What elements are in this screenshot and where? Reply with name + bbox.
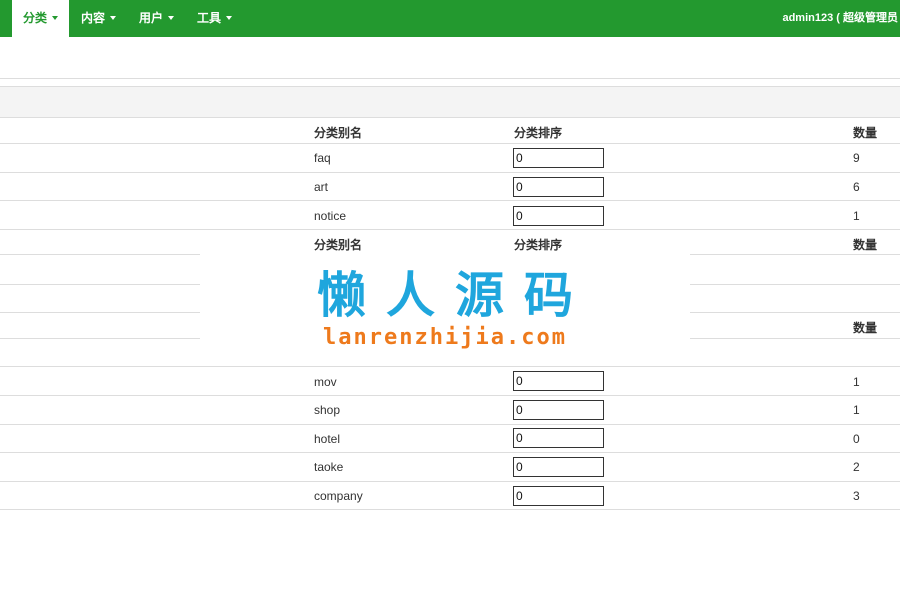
column-header-order: 分类排序: [514, 126, 563, 140]
category-alias: company: [314, 489, 363, 503]
chevron-down-icon: [110, 15, 117, 20]
chevron-down-icon: [168, 15, 175, 20]
category-alias: faq: [314, 151, 331, 165]
row-divider: [0, 509, 900, 510]
toolbar-area: [0, 86, 900, 118]
sort-order-input[interactable]: [513, 428, 604, 448]
row-divider: [0, 395, 900, 396]
row-divider: [0, 229, 900, 230]
sort-order-input[interactable]: [513, 206, 604, 226]
sort-order-input[interactable]: [513, 486, 604, 506]
divider: [0, 78, 900, 79]
item-count: 1: [853, 375, 860, 389]
nav-item-label: 工具: [197, 11, 222, 25]
category-alias: mov: [314, 375, 337, 389]
item-count: 3: [853, 489, 860, 503]
item-count: 1: [853, 403, 860, 417]
row-divider: [0, 424, 900, 425]
nav-item-category[interactable]: 分类: [12, 0, 69, 37]
watermark: 懒人源码 lanrenzhijia.com: [200, 252, 690, 362]
item-count: 1: [853, 209, 860, 223]
watermark-url: lanrenzhijia.com: [323, 325, 567, 350]
column-header-order: 分类排序: [514, 238, 563, 252]
category-alias: notice: [314, 209, 347, 223]
sort-order-input[interactable]: [513, 457, 604, 477]
category-alias: hotel: [314, 432, 341, 446]
nav-item-users[interactable]: 用户: [139, 0, 175, 37]
sort-order-input[interactable]: [513, 177, 604, 197]
nav-item-label: 内容: [81, 11, 106, 25]
user-menu[interactable]: admin123 ( 超级管理员: [782, 0, 898, 37]
sort-order-input[interactable]: [513, 371, 604, 391]
row-divider: [0, 200, 900, 201]
category-alias: art: [314, 180, 329, 194]
column-header-count: 数量: [853, 126, 878, 140]
item-count: 0: [853, 432, 860, 446]
row-divider: [0, 143, 900, 144]
sort-order-input[interactable]: [513, 400, 604, 420]
column-header-count: 数量: [853, 321, 878, 335]
category-alias: taoke: [314, 460, 344, 474]
item-count: 2: [853, 460, 860, 474]
category-alias: shop: [314, 403, 341, 417]
nav-item-content[interactable]: 内容: [81, 0, 117, 37]
column-header-count: 数量: [853, 238, 878, 252]
item-count: 9: [853, 151, 860, 165]
watermark-title: 懒人源码: [316, 267, 593, 324]
row-divider: [0, 452, 900, 453]
chevron-down-icon: [52, 15, 59, 20]
row-divider: [0, 481, 900, 482]
top-nav-bar: [0, 0, 900, 37]
column-header-alias: 分类别名: [314, 238, 363, 252]
nav-item-label: 用户: [139, 11, 164, 25]
chevron-down-icon: [226, 15, 233, 20]
row-divider: [0, 366, 900, 367]
item-count: 6: [853, 180, 860, 194]
row-divider: [0, 172, 900, 173]
nav-item-tools[interactable]: 工具: [197, 0, 233, 37]
nav-item-label: 分类: [23, 11, 48, 25]
column-header-alias: 分类别名: [314, 126, 363, 140]
sort-order-input[interactable]: [513, 148, 604, 168]
